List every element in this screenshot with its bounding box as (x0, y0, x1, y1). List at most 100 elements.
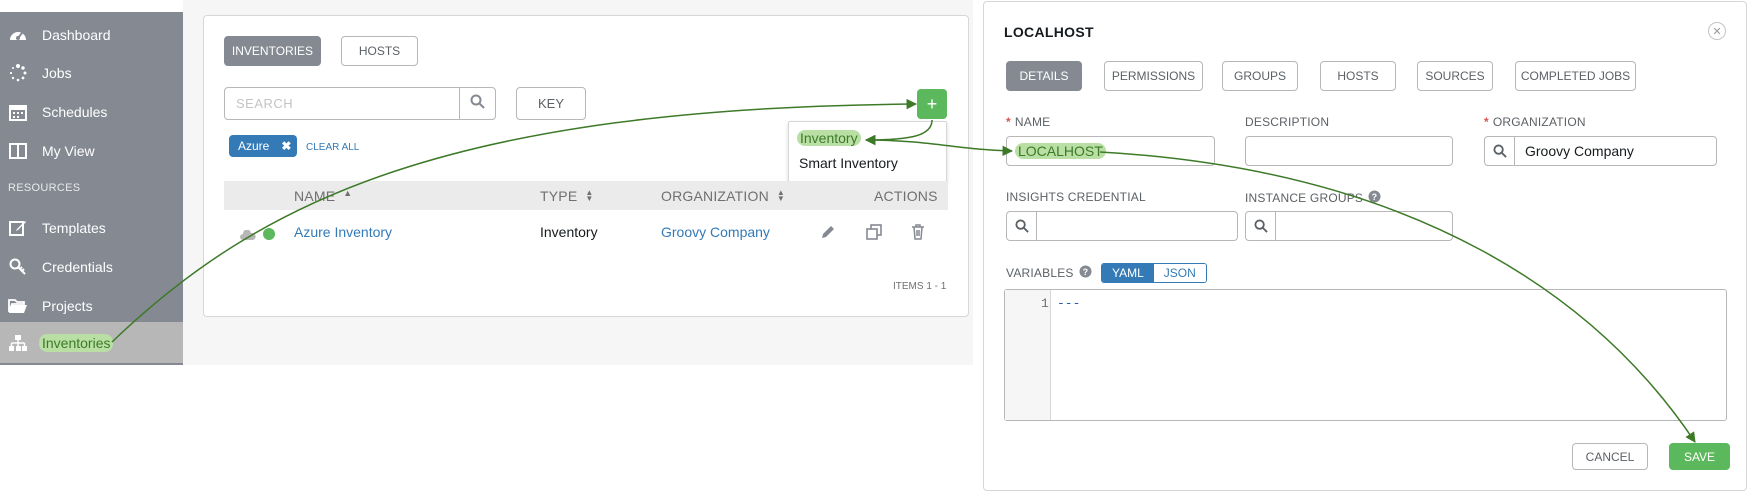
variables-label: VARIABLES ? (1006, 265, 1092, 281)
sidebar-item-label: My View (42, 142, 95, 159)
sidebar-item-label: Credentials (42, 258, 113, 275)
sidebar-item-projects[interactable]: Projects (0, 286, 183, 325)
dashboard-icon (8, 25, 28, 45)
organization-value: Groovy Company (1525, 143, 1634, 159)
column-header-organization[interactable]: ORGANIZATION ▲ ▼ (661, 188, 785, 204)
pencil-icon[interactable] (821, 225, 835, 242)
column-header-name[interactable]: NAME ▲ (294, 188, 352, 204)
search-box: SEARCH (224, 87, 496, 120)
trash-icon[interactable] (911, 224, 925, 243)
variables-editor[interactable]: 1 --- (1004, 289, 1727, 421)
svg-text:?: ? (1372, 192, 1378, 202)
sidebar-item-label: Templates (42, 219, 106, 236)
column-label: ORGANIZATION (661, 188, 769, 204)
close-icon[interactable]: ✕ (1708, 22, 1726, 40)
add-dropdown-menu: Inventory Smart Inventory (788, 121, 947, 182)
search-icon[interactable] (1485, 137, 1515, 165)
sidebar-item-label: Jobs (42, 64, 72, 81)
search-icon[interactable] (1246, 212, 1276, 240)
column-label: TYPE (540, 188, 578, 204)
sidebar-item-schedules[interactable]: Schedules (0, 92, 183, 131)
sidebar-item-my-view[interactable]: My View (0, 131, 183, 170)
label-text: NAME (1014, 115, 1051, 129)
key-icon (8, 257, 28, 277)
line-number: 1 (1041, 296, 1049, 311)
format-toggle: YAML JSON (1101, 263, 1207, 283)
items-count: ITEMS 1 - 1 (893, 281, 947, 292)
clear-all-link[interactable]: CLEAR ALL (306, 142, 359, 153)
edit-icon (8, 218, 28, 238)
tab-permissions[interactable]: PERMISSIONS (1104, 61, 1203, 91)
insights-credential-field[interactable] (1006, 211, 1238, 241)
code-line: --- (1057, 296, 1081, 311)
search-icon (470, 94, 485, 114)
sort-icon: ▲ ▼ (776, 188, 786, 203)
tab-sources[interactable]: SOURCES (1417, 61, 1493, 91)
filter-chip-label: Azure (238, 139, 270, 153)
instance-groups-label: INSTANCE GROUPS ? (1245, 190, 1381, 206)
tab-hosts[interactable]: HOSTS (341, 36, 418, 66)
column-header-actions: ACTIONS (874, 188, 938, 204)
yaml-toggle[interactable]: YAML (1102, 264, 1154, 282)
search-button[interactable] (459, 88, 495, 119)
organization-label: * ORGANIZATION (1484, 115, 1586, 129)
filter-chip: Azure ✖ (229, 135, 298, 157)
search-input[interactable]: SEARCH (225, 88, 459, 119)
instance-groups-field[interactable] (1245, 211, 1453, 241)
sidebar-item-dashboard[interactable]: Dashboard (0, 15, 183, 54)
help-icon[interactable]: ? (1079, 265, 1092, 281)
menu-item-inventory[interactable]: Inventory (797, 130, 861, 146)
table-row: Azure Inventory Inventory Groovy Company (224, 218, 948, 248)
column-header-type[interactable]: TYPE ▲ ▼ (540, 188, 594, 204)
inventory-type: Inventory (540, 224, 598, 240)
organization-link[interactable]: Groovy Company (661, 224, 770, 240)
add-button[interactable]: + (917, 89, 947, 119)
sidebar-item-jobs[interactable]: Jobs (0, 53, 183, 92)
sidebar-item-label: Dashboard (42, 26, 111, 43)
name-field[interactable]: LOCALHOST (1006, 136, 1215, 166)
organization-field[interactable]: Groovy Company (1484, 136, 1717, 166)
sidebar-item-templates[interactable]: Templates (0, 208, 183, 247)
sitemap-icon (8, 333, 28, 353)
sidebar-item-label: Projects (42, 297, 93, 314)
label-text: ORGANIZATION (1492, 115, 1586, 129)
tab-groups[interactable]: GROUPS (1222, 61, 1298, 91)
resources-heading: RESOURCES (8, 182, 81, 194)
key-button[interactable]: KEY (516, 87, 586, 120)
save-button[interactable]: SAVE (1669, 443, 1730, 470)
json-toggle[interactable]: JSON (1153, 264, 1206, 282)
columns-icon (8, 141, 28, 161)
description-field[interactable] (1245, 136, 1453, 166)
tab-completed-jobs[interactable]: COMPLETED JOBS (1515, 61, 1636, 91)
tab-details[interactable]: DETAILS (1006, 61, 1082, 91)
name-label: * NAME (1006, 115, 1051, 129)
column-label: NAME (294, 188, 336, 204)
spinner-icon (8, 63, 28, 83)
close-icon[interactable]: ✖ (281, 139, 291, 153)
sidebar-item-inventories[interactable]: Inventories (0, 322, 183, 363)
tab-hosts[interactable]: HOSTS (1320, 61, 1396, 91)
copy-icon[interactable] (866, 224, 882, 243)
status-dot-icon (263, 227, 275, 243)
sidebar-item-credentials[interactable]: Credentials (0, 247, 183, 286)
tab-inventories[interactable]: INVENTORIES (224, 36, 321, 66)
sidebar: Dashboard Jobs Schedules My View RESOURC… (0, 12, 183, 365)
menu-item-smart-inventory[interactable]: Smart Inventory (799, 155, 898, 171)
folder-icon (8, 296, 28, 316)
cloud-icon (240, 227, 256, 243)
panel-title: LOCALHOST (1004, 24, 1094, 40)
inventory-name-link[interactable]: Azure Inventory (294, 224, 392, 240)
search-icon[interactable] (1007, 212, 1037, 240)
description-label: DESCRIPTION (1245, 115, 1330, 129)
calendar-icon (8, 102, 28, 122)
sidebar-item-label: Inventories (39, 333, 114, 352)
name-value: LOCALHOST (1015, 143, 1106, 159)
insights-credential-label: INSIGHTS CREDENTIAL (1006, 190, 1146, 204)
sidebar-item-label: Schedules (42, 103, 108, 120)
svg-text:?: ? (1082, 267, 1088, 277)
help-icon[interactable]: ? (1368, 190, 1381, 206)
sort-icon: ▲ ▼ (585, 188, 594, 203)
label-text: INSTANCE GROUPS (1245, 191, 1364, 205)
sort-asc-icon: ▲ (343, 188, 353, 198)
cancel-button[interactable]: CANCEL (1572, 443, 1648, 470)
